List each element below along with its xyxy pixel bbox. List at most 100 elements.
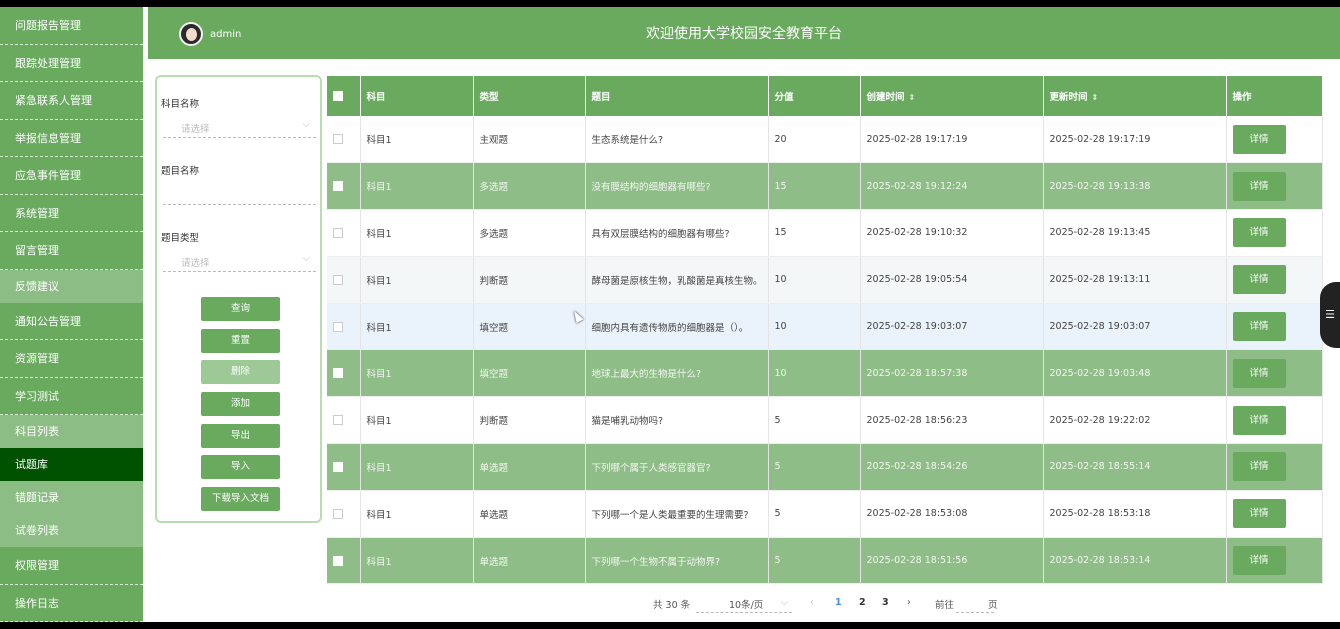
search-panel: 科目名称 请选择 ⌵ 题目名称 题目类型 请选择 ⌵ 查询 重置 删除 添加 导…	[155, 75, 322, 523]
detail-button[interactable]: 详情	[1232, 546, 1286, 576]
sidebar-item[interactable]: 科目列表	[0, 415, 143, 448]
detail-button[interactable]: 详情	[1232, 124, 1286, 154]
cell-updated: 2025-02-28 19:13:38	[1043, 162, 1227, 211]
cell-action: 详情	[1226, 396, 1323, 445]
detail-button[interactable]: 详情	[1232, 358, 1286, 388]
sidebar-item[interactable]: 资源管理	[0, 340, 143, 378]
type-placeholder: 请选择	[181, 258, 210, 269]
cell-updated: 2025-02-28 19:03:07	[1043, 303, 1227, 351]
cell-score: 20	[768, 116, 861, 164]
row-checkbox[interactable]	[333, 555, 343, 566]
sidebar-item[interactable]: 反馈建议	[0, 269, 143, 303]
cell-action: 详情	[1226, 349, 1323, 398]
page-2[interactable]: 2	[859, 597, 866, 608]
detail-button[interactable]: 详情	[1232, 452, 1286, 482]
row-checkbox[interactable]	[333, 227, 343, 238]
row-checkbox[interactable]	[333, 274, 343, 285]
page-size-select[interactable]: 10条/页 ⌵	[696, 597, 792, 613]
detail-button[interactable]: 详情	[1232, 171, 1286, 201]
sidebar-item[interactable]: 跟踪处理管理	[0, 45, 143, 82]
list-icon[interactable]: ☰	[1320, 282, 1340, 348]
sidebar-item[interactable]: 操作日志	[0, 585, 143, 622]
cell-question: 具有双层膜结构的细胞器有哪些?	[585, 209, 769, 257]
reset-button[interactable]: 重置	[201, 329, 280, 353]
detail-button[interactable]: 详情	[1232, 405, 1286, 435]
cell-type: 填空题	[473, 349, 586, 398]
delete-button[interactable]: 删除	[201, 360, 280, 384]
table-row: 科目1 判断题 酵母菌是原核生物，乳酸菌是真核生物。 10 2025-02-28 19:…	[327, 256, 1323, 304]
prev-page-button[interactable]: ‹	[810, 597, 814, 608]
page-1[interactable]: 1	[835, 597, 842, 608]
detail-button[interactable]: 详情	[1232, 312, 1286, 342]
cell-subject: 科目1	[360, 162, 474, 211]
goto-label: 前往	[935, 600, 955, 611]
select-all-checkbox[interactable]	[333, 91, 343, 101]
cell-action: 详情	[1226, 537, 1323, 585]
cell-updated: 2025-02-28 19:13:45	[1043, 209, 1227, 257]
sidebar-item[interactable]: 应急事件管理	[0, 157, 143, 195]
row-checkbox[interactable]	[333, 181, 343, 192]
header-updated[interactable]: 更新时间 ⇕	[1043, 76, 1227, 116]
add-button[interactable]: 添加	[201, 392, 280, 416]
cell-action: 详情	[1226, 490, 1323, 538]
sidebar-item[interactable]: 权限管理	[0, 547, 143, 585]
cell-created: 2025-02-28 19:17:19	[860, 116, 1044, 164]
query-button[interactable]: 查询	[201, 297, 280, 321]
cell-created: 2025-02-28 19:05:54	[860, 256, 1044, 304]
detail-button[interactable]: 详情	[1232, 265, 1286, 295]
header-created[interactable]: 创建时间 ⇕	[860, 76, 1044, 116]
header-created-label: 创建时间	[866, 92, 905, 103]
cell-type: 单选题	[473, 490, 586, 538]
sidebar-item[interactable]: 错题记录	[0, 481, 143, 514]
row-checkbox[interactable]	[333, 134, 343, 145]
cell-action: 详情	[1226, 162, 1323, 211]
question-input[interactable]	[163, 181, 316, 205]
import-button[interactable]: 导入	[201, 455, 280, 479]
row-checkbox[interactable]	[333, 321, 343, 332]
cell-score: 10	[768, 256, 861, 304]
cell-subject: 科目1	[360, 443, 474, 491]
cell-type: 判断题	[473, 396, 586, 445]
row-checkbox[interactable]	[333, 368, 343, 379]
cell-updated: 2025-02-28 19:17:19	[1043, 116, 1227, 164]
type-select[interactable]: 请选择 ⌵	[163, 248, 316, 272]
cell-created: 2025-02-28 18:57:38	[860, 349, 1044, 398]
cell-type: 判断题	[473, 256, 586, 304]
cell-score: 10	[768, 303, 861, 351]
row-checkbox-cell	[327, 443, 361, 491]
row-checkbox[interactable]	[333, 461, 343, 472]
table-row: 科目1 单选题 下列哪个属于人类感官器官? 5 2025-02-28 18:54:26 2…	[327, 443, 1323, 491]
page-size-value: 10条/页	[729, 600, 764, 611]
page-3[interactable]: 3	[882, 597, 889, 608]
cell-subject: 科目1	[360, 537, 474, 585]
detail-button[interactable]: 详情	[1232, 218, 1286, 248]
download-template-button[interactable]: 下载导入文档	[201, 487, 280, 511]
sidebar-item[interactable]: 试题库	[0, 448, 143, 481]
sidebar-item[interactable]: 问题报告管理	[0, 7, 143, 45]
subject-select[interactable]: 请选择 ⌵	[163, 114, 316, 138]
cell-score: 15	[768, 162, 861, 211]
select-all-cell[interactable]	[327, 76, 361, 116]
cell-question: 生态系统是什么?	[585, 116, 769, 164]
sidebar-item[interactable]: 通知公告管理	[0, 303, 143, 340]
sidebar-item[interactable]: 学习测试	[0, 378, 143, 415]
detail-button[interactable]: 详情	[1232, 499, 1286, 529]
sidebar-item[interactable]: 留言管理	[0, 232, 143, 270]
sidebar-item[interactable]: 举报信息管理	[0, 120, 143, 157]
sort-icon[interactable]: ⇕	[909, 93, 916, 102]
cell-created: 2025-02-28 19:03:07	[860, 303, 1044, 351]
row-checkbox[interactable]	[333, 508, 343, 519]
sort-icon[interactable]: ⇕	[1092, 93, 1099, 102]
row-checkbox[interactable]	[333, 415, 343, 426]
next-page-button[interactable]: ›	[907, 597, 911, 608]
sidebar-item[interactable]: 系统管理	[0, 195, 143, 232]
subject-placeholder: 请选择	[181, 124, 210, 135]
export-button[interactable]: 导出	[201, 424, 280, 448]
row-checkbox-cell	[327, 490, 361, 538]
cell-type: 填空题	[473, 303, 586, 351]
sidebar-item[interactable]: 紧急联系人管理	[0, 82, 143, 120]
cell-updated: 2025-02-28 19:13:11	[1043, 256, 1227, 304]
sidebar-item[interactable]: 试卷列表	[0, 514, 143, 547]
app-window: 问题报告管理 跟踪处理管理 紧急联系人管理 举报信息管理 应急事件管理 系统管理 留言管理反…	[0, 7, 1340, 622]
cell-question: 下列哪个属于人类感官器官?	[585, 443, 769, 491]
